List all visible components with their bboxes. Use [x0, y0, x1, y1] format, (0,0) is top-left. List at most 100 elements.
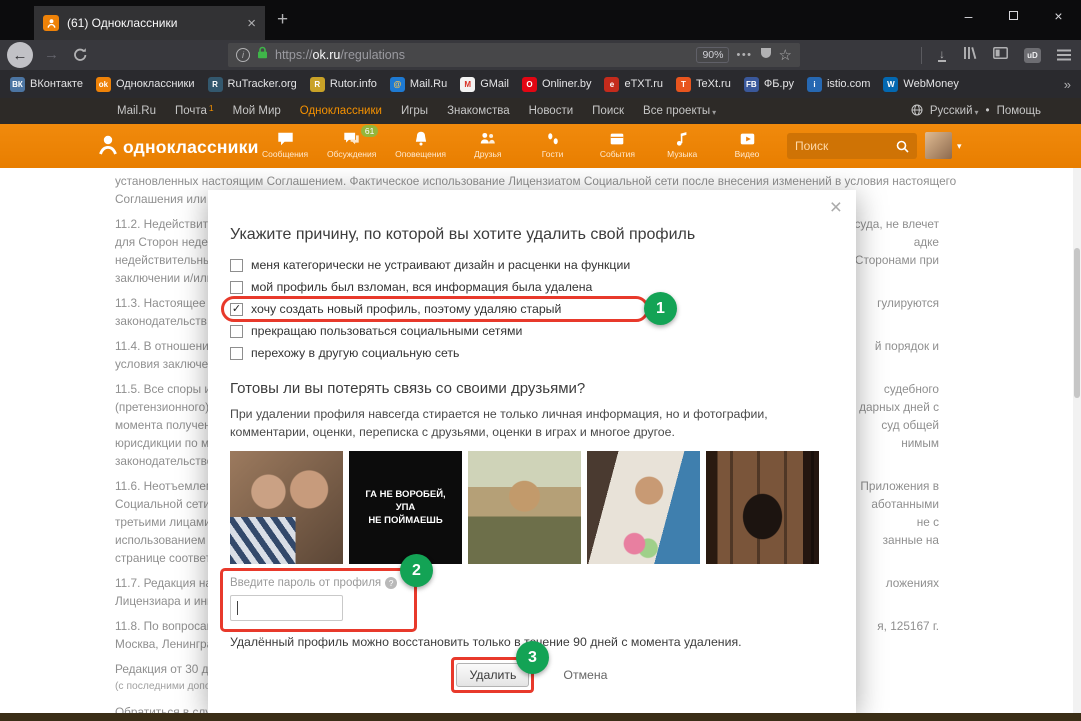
- page-scrollbar[interactable]: [1073, 168, 1081, 713]
- menu-hamburger-icon[interactable]: [1057, 54, 1071, 56]
- forward-button[interactable]: →: [44, 46, 59, 63]
- nav-friends[interactable]: Друзья: [465, 129, 511, 159]
- page-info-icon[interactable]: i: [236, 48, 250, 62]
- nav-guests[interactable]: Гости: [530, 129, 576, 159]
- help-link[interactable]: Помощь: [997, 105, 1041, 117]
- new-tab-button[interactable]: +: [277, 9, 288, 31]
- bookmark-onliner[interactable]: OOnliner.by: [522, 77, 592, 92]
- language-selector[interactable]: Русский▾: [930, 105, 979, 117]
- discussions-icon: [342, 129, 361, 148]
- back-button[interactable]: ←: [7, 42, 33, 68]
- bookmark-gmail[interactable]: MGMail: [460, 77, 509, 92]
- mailru-favicon-icon: @: [390, 77, 405, 92]
- checkbox[interactable]: [230, 259, 243, 272]
- password-input[interactable]: [230, 595, 343, 621]
- ok-favicon-icon: [43, 15, 59, 31]
- topbar-item-moymir[interactable]: Мой Мир: [233, 105, 281, 117]
- reason-option-new-profile[interactable]: ✓хочу создать новый профиль, поэтому уда…: [230, 298, 834, 320]
- topbar-item-pochta[interactable]: Почта1: [175, 105, 214, 117]
- ok-logo-icon: [96, 133, 120, 162]
- bookmark-textru[interactable]: TTeXt.ru: [676, 77, 731, 92]
- delete-profile-dialog: × Укажите причину, по которой вы хотите …: [208, 190, 856, 713]
- topbar-item-odnoklassniki[interactable]: Одноклассники: [300, 105, 382, 117]
- bookmark-etxt[interactable]: eeTXT.ru: [604, 77, 663, 92]
- toolbar-right-icons: ↓ uD: [921, 40, 1071, 70]
- avatar-dropdown-caret[interactable]: ▾: [957, 141, 962, 152]
- downloads-icon[interactable]: ↓: [938, 49, 946, 62]
- header-search-field[interactable]: Поиск: [787, 133, 917, 159]
- reload-button[interactable]: [72, 47, 87, 67]
- library-icon[interactable]: [962, 46, 977, 65]
- topbar-item-znakomstva[interactable]: Знакомства: [447, 105, 510, 117]
- bookmark-fbru[interactable]: FBФБ.ру: [744, 77, 794, 92]
- bookmark-rutracker[interactable]: RRuTracker.org: [208, 77, 297, 92]
- url-text: https://ok.ru/regulations: [275, 48, 405, 62]
- gmail-favicon-icon: M: [460, 77, 475, 92]
- nav-events[interactable]: События: [594, 129, 640, 159]
- bookmark-mailru[interactable]: @Mail.Ru: [390, 77, 447, 92]
- dialog-title: Укажите причину, по которой вы хотите уд…: [230, 226, 834, 244]
- topbar-item-novosti[interactable]: Новости: [529, 105, 574, 117]
- bookmark-odnoklassniki[interactable]: okОдноклассники: [96, 77, 195, 92]
- nav-music[interactable]: Музыка: [659, 129, 705, 159]
- ok-favicon-icon: ok: [96, 77, 111, 92]
- bookmark-webmoney[interactable]: WWebMoney: [883, 77, 958, 92]
- topbar-item-vse-proekty[interactable]: Все проекты▾: [643, 105, 716, 117]
- reason-list: меня категорически не устраивают дизайн …: [230, 254, 834, 364]
- nav-discussions[interactable]: 61Обсуждения: [327, 129, 376, 159]
- bookmark-star-icon[interactable]: ☆: [779, 46, 792, 64]
- webmoney-favicon-icon: W: [883, 77, 898, 92]
- user-avatar[interactable]: [925, 132, 952, 159]
- pocket-icon[interactable]: [760, 46, 772, 64]
- ok-bottom-toolbar: [0, 713, 1081, 721]
- page-content: установленных настоящим Соглашением. Фак…: [0, 168, 1081, 713]
- ok-logo[interactable]: одноклассники: [96, 133, 259, 162]
- footprints-icon: [544, 129, 562, 148]
- zoom-level-badge[interactable]: 90%: [696, 47, 729, 63]
- checkbox[interactable]: [230, 281, 243, 294]
- reason-option-hacked[interactable]: мой профиль был взломан, вся информация …: [230, 276, 834, 298]
- friend-photo-3: [468, 451, 581, 564]
- browser-tab-ok[interactable]: (61) Одноклассники ×: [34, 6, 265, 40]
- window-close-button[interactable]: ×: [1036, 0, 1081, 31]
- window-maximize-button[interactable]: [991, 0, 1036, 31]
- vk-favicon-icon: ВК: [10, 77, 25, 92]
- dialog-close-icon[interactable]: ×: [830, 198, 842, 218]
- friend-photos: ГА НЕ ВОРОБЕЙ, УПАНЕ ПОЙМАЕШЬ: [230, 451, 834, 564]
- annotation-step-3-badge: 3: [516, 641, 549, 674]
- reason-option-design[interactable]: меня категорически не устраивают дизайн …: [230, 254, 834, 276]
- tab-close-icon[interactable]: ×: [247, 16, 256, 31]
- sidebar-icon[interactable]: [993, 46, 1008, 64]
- help-icon[interactable]: ?: [385, 577, 397, 589]
- extension-icon[interactable]: uD: [1024, 48, 1041, 63]
- nav-video[interactable]: Видео: [724, 129, 770, 159]
- message-bubble-icon: [276, 129, 295, 148]
- url-bar[interactable]: i https://ok.ru/regulations 90% ••• ☆: [228, 43, 800, 67]
- bookmark-istio[interactable]: iistio.com: [807, 77, 870, 92]
- bookmarks-overflow-chevron[interactable]: »: [1064, 77, 1071, 92]
- reason-option-other-network[interactable]: перехожу в другую социальную сеть: [230, 342, 834, 364]
- text-line: установленных настоящим Соглашением. Фак…: [115, 172, 939, 190]
- firefox-window: (61) Одноклассники × + – × ← → i https:/…: [0, 0, 1081, 721]
- bookmark-vkontakte[interactable]: ВКВКонтакте: [10, 77, 83, 92]
- page-actions-icon[interactable]: •••: [736, 49, 752, 61]
- music-note-icon: [673, 129, 691, 148]
- password-field-wrap: [230, 595, 343, 621]
- friend-photo-4: [587, 451, 700, 564]
- reason-option-quit-social[interactable]: прекращаю пользоваться социальными сетям…: [230, 320, 834, 342]
- checkbox-checked[interactable]: ✓: [230, 303, 243, 316]
- https-lock-icon[interactable]: [257, 46, 268, 64]
- cancel-button[interactable]: Отмена: [563, 668, 607, 682]
- window-minimize-button[interactable]: –: [946, 0, 991, 31]
- bookmark-rutor[interactable]: RRutor.info: [310, 77, 377, 92]
- topbar-item-igry[interactable]: Игры: [401, 105, 428, 117]
- topbar-item-poisk[interactable]: Поиск: [592, 105, 624, 117]
- nav-messages[interactable]: Сообщения: [262, 129, 308, 159]
- deletion-warning-text: При удалении профиля навсегда стирается …: [230, 405, 830, 441]
- nav-notifications[interactable]: Оповещения: [395, 129, 446, 159]
- checkbox[interactable]: [230, 325, 243, 338]
- scrollbar-thumb[interactable]: [1074, 248, 1080, 398]
- globe-icon: [911, 104, 923, 119]
- checkbox[interactable]: [230, 347, 243, 360]
- topbar-item-mailru[interactable]: Mail.Ru: [117, 105, 156, 117]
